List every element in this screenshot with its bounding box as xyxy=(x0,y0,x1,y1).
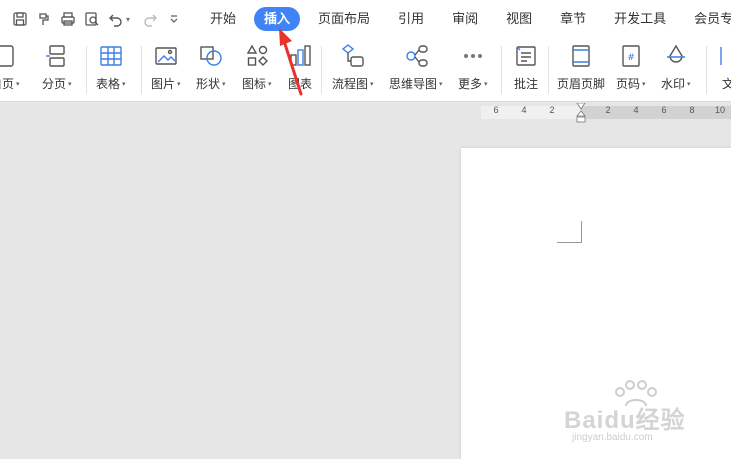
textbox-icon xyxy=(714,42,731,70)
chevron-down-icon: ▾ xyxy=(642,80,646,88)
chevron-down-icon: ▾ xyxy=(16,80,20,88)
blank-page-label: 白页 xyxy=(0,77,15,91)
more-icon xyxy=(459,42,487,70)
watermark-brand: Baidu经验 xyxy=(564,407,686,434)
header-footer-icon xyxy=(567,42,595,70)
ruler-number: 2 xyxy=(549,105,555,115)
flowchart-icon xyxy=(339,42,367,70)
header-footer-button[interactable]: 页眉页脚 xyxy=(557,42,605,92)
watermark-button[interactable]: 水印 ▾ xyxy=(661,42,691,92)
tab-view[interactable]: 视图 xyxy=(496,7,542,31)
chevron-down-icon: ▾ xyxy=(177,80,181,88)
ribbon-divider xyxy=(548,46,549,94)
chevron-down-icon: ▾ xyxy=(484,80,488,88)
chevron-down-icon: ▾ xyxy=(439,80,443,88)
mindmap-label: 思维导图 xyxy=(389,77,438,91)
tab-page-layout[interactable]: 页面布局 xyxy=(308,7,380,31)
flowchart-button[interactable]: 流程图 ▾ xyxy=(332,42,374,92)
ruler-number: 6 xyxy=(661,105,667,115)
header-footer-label: 页眉页脚 xyxy=(557,77,606,91)
tab-references[interactable]: 引用 xyxy=(388,7,434,31)
ribbon-divider xyxy=(86,46,87,94)
indent-marker-icon[interactable] xyxy=(576,103,586,123)
ruler-number: 8 xyxy=(689,105,695,115)
mindmap-button[interactable]: 思维导图 ▾ xyxy=(389,42,443,92)
chevron-down-icon: ▾ xyxy=(370,80,374,88)
more-button[interactable]: 更多 ▾ xyxy=(458,42,488,92)
flowchart-label: 流程图 xyxy=(332,77,369,91)
watermark-url: jingyan.baidu.com xyxy=(572,432,653,443)
picture-button[interactable]: 图片 ▾ xyxy=(151,42,181,92)
page-break-icon xyxy=(43,42,71,70)
more-label: 更多 xyxy=(458,77,483,91)
undo-icon[interactable] xyxy=(104,7,128,31)
table-icon xyxy=(97,42,125,70)
ribbon-divider xyxy=(706,46,707,94)
menu-bar: ▾ 开始 插入 页面布局 引用 审阅 视图 章节 开发工具 会员专享 xyxy=(0,0,731,38)
picture-icon xyxy=(152,42,180,70)
tab-start[interactable]: 开始 xyxy=(200,7,246,31)
redo-icon[interactable] xyxy=(138,7,162,31)
watermark-icon xyxy=(662,42,690,70)
picture-label: 图片 xyxy=(151,77,176,91)
tab-chapter[interactable]: 章节 xyxy=(550,7,596,31)
comment-icon xyxy=(512,42,540,70)
margin-corner-mark xyxy=(557,221,582,243)
comment-button[interactable]: 批注 xyxy=(512,42,540,92)
table-label: 表格 xyxy=(96,77,121,91)
blank-page-button[interactable]: 白页▾ xyxy=(0,42,20,92)
page-break-label: 分页 xyxy=(42,77,67,91)
watermark-label: 水印 xyxy=(661,77,686,91)
ruler-number: 10 xyxy=(714,105,725,115)
chevron-down-icon: ▾ xyxy=(122,80,126,88)
shape-button[interactable]: 形状 ▾ xyxy=(196,42,226,92)
table-button[interactable]: 表格 ▾ xyxy=(96,42,126,92)
insert-ribbon: 白页▾ 分页▾ 表格▾ 图片▾ 形状▾ 图标▾ xyxy=(0,38,731,102)
page-number-icon: # xyxy=(617,42,645,70)
blank-page-icon xyxy=(0,42,19,70)
ribbon-divider xyxy=(501,46,502,94)
shape-icon xyxy=(197,42,225,70)
icons-icon xyxy=(243,42,271,70)
chevron-down-icon: ▾ xyxy=(687,80,691,88)
customize-icon[interactable] xyxy=(162,7,186,31)
icons-button[interactable]: 图标 ▾ xyxy=(242,42,272,92)
ribbon-divider xyxy=(141,46,142,94)
ruler-number: 6 xyxy=(493,105,499,115)
shape-label: 形状 xyxy=(196,77,221,91)
chevron-down-icon: ▾ xyxy=(222,80,226,88)
tab-developer[interactable]: 开发工具 xyxy=(604,7,676,31)
print-preview-icon[interactable] xyxy=(80,7,104,31)
textbox-button[interactable]: 文 xyxy=(714,42,731,92)
ribbon-divider xyxy=(321,46,322,94)
tab-member[interactable]: 会员专享 xyxy=(684,7,731,31)
svg-text:#: # xyxy=(627,53,635,63)
baidu-watermark: Baidu经验 jingyan.baidu.com xyxy=(560,378,730,448)
icons-label: 图标 xyxy=(242,77,267,91)
undo-dropdown-icon[interactable]: ▾ xyxy=(126,15,134,24)
tab-review[interactable]: 审阅 xyxy=(442,7,488,31)
ruler-number: 2 xyxy=(605,105,611,115)
textbox-label: 文 xyxy=(721,77,731,91)
horizontal-ruler[interactable]: 6 4 2 2 4 6 8 10 xyxy=(0,103,731,123)
mindmap-icon xyxy=(402,42,430,70)
print-icon[interactable] xyxy=(56,7,80,31)
ruler-number: 4 xyxy=(633,105,639,115)
comment-label: 批注 xyxy=(513,77,538,91)
save-icon[interactable] xyxy=(8,7,32,31)
ruler-number: 4 xyxy=(521,105,527,115)
page-break-button[interactable]: 分页 ▾ xyxy=(42,42,72,92)
quick-access-toolbar: ▾ xyxy=(0,0,186,38)
annotation-arrow-icon xyxy=(279,28,303,96)
format-painter-icon[interactable] xyxy=(32,7,56,31)
page-number-button[interactable]: # 页码 ▾ xyxy=(616,42,646,92)
page-number-label: 页码 xyxy=(616,77,641,91)
chevron-down-icon: ▾ xyxy=(68,80,72,88)
